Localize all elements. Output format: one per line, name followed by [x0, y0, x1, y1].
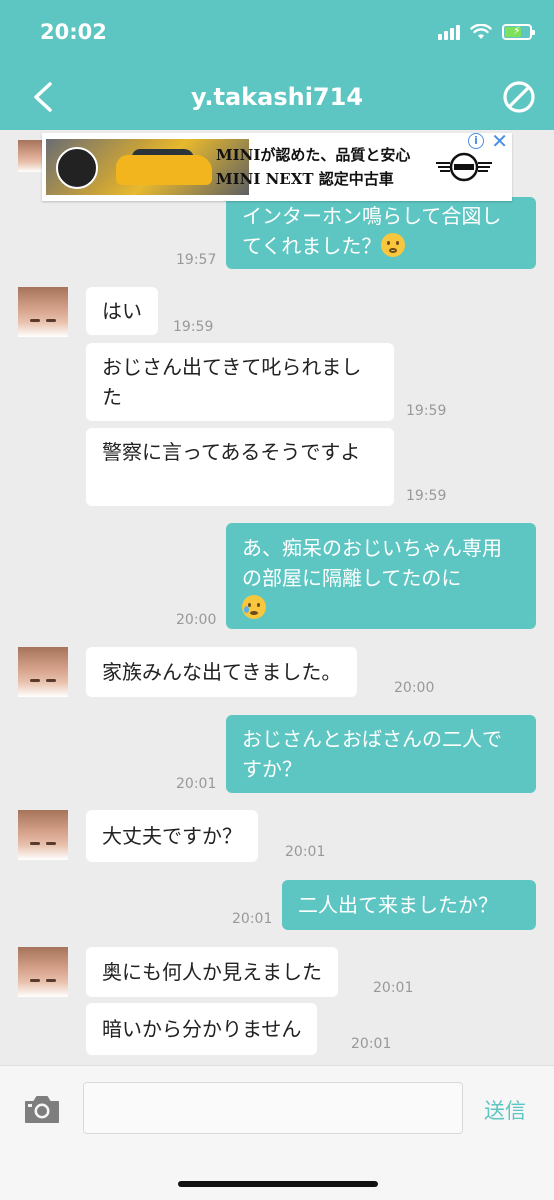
message-text: 二人出て来ましたか？: [298, 893, 498, 917]
ad-subline: MINI NEXT 認定中古車: [216, 170, 394, 188]
message-input-bar: 送信: [0, 1065, 554, 1200]
message-time: 20:01: [232, 911, 273, 927]
message-text: 家族みんな出てきました。: [102, 660, 342, 684]
message-text: 暗いから分かりません: [102, 1017, 302, 1041]
ad-banner[interactable]: MINIが認めた、品質と安心 MINI NEXT 認定中古車 i ✕: [42, 129, 512, 201]
avatar: [18, 647, 68, 697]
ad-close-icon[interactable]: ✕: [491, 129, 508, 153]
camera-icon[interactable]: [23, 1094, 61, 1124]
crying-face-emoji-icon: [242, 595, 266, 619]
ad-text: MINIが認めた、品質と安心 MINI NEXT 認定中古車: [216, 143, 410, 191]
message-text: 奥にも何人か見えました: [102, 960, 322, 984]
worried-face-emoji-icon: [381, 233, 406, 257]
message-bubble-outgoing: 二人出て来ましたか？: [282, 880, 536, 930]
message-text: あ、痴呆のおじいちゃん専用の部屋に隔離してたのに: [242, 536, 502, 590]
message-text: 大丈夫ですか？: [102, 824, 242, 848]
message-time: 20:01: [285, 844, 326, 860]
home-indicator[interactable]: [178, 1181, 378, 1187]
message-text: 警察に言ってあるそうですよ: [102, 440, 361, 464]
message-bubble-incoming: 家族みんな出てきました。: [86, 647, 358, 697]
message-text: おじさん出てきて叱られました: [102, 355, 362, 409]
status-time: 20:02: [40, 20, 107, 44]
message-time: 20:01: [373, 980, 414, 996]
message-text: おじさんとおばさんの二人ですか？: [242, 727, 502, 781]
message-time: 20:00: [394, 680, 435, 696]
message-bubble-incoming: 警察に言ってあるそうですよ: [86, 428, 394, 506]
avatar: [18, 287, 68, 337]
message-input[interactable]: [83, 1082, 463, 1134]
status-icons: ⚡: [438, 24, 535, 40]
mini-logo-icon: [436, 152, 492, 182]
message-time: 19:59: [173, 319, 214, 335]
message-bubble-incoming: 大丈夫ですか？: [86, 810, 258, 862]
message-bubble-incoming: はい: [86, 287, 158, 335]
message-bubble-incoming: 奥にも何人か見えました: [86, 947, 338, 997]
ad-info-icon[interactable]: i: [468, 133, 484, 149]
avatar: [18, 810, 68, 860]
page-title: y.takashi714: [190, 83, 364, 111]
ad-headline: MINIが認めた、品質と安心: [216, 146, 411, 164]
signal-icon: [438, 24, 460, 40]
block-icon[interactable]: [502, 80, 536, 114]
send-button[interactable]: 送信: [484, 1095, 526, 1125]
header-bar: 20:02 ⚡ y.takashi714: [0, 0, 554, 130]
message-text: インターホン鳴らして合図してくれました？: [242, 204, 502, 258]
message-bubble-incoming: 暗いから分かりません: [86, 1003, 318, 1055]
message-bubble-incoming: おじさん出てきて叱られました: [86, 343, 394, 421]
battery-icon: ⚡: [502, 24, 535, 40]
wifi-icon: [470, 24, 492, 39]
message-time: 19:59: [406, 488, 447, 504]
message-time: 19:57: [176, 252, 217, 268]
message-time: 20:01: [176, 776, 217, 792]
message-bubble-outgoing: インターホン鳴らして合図してくれました？: [226, 197, 536, 269]
avatar: [18, 947, 68, 997]
message-time: 19:59: [406, 403, 447, 419]
message-bubble-outgoing: あ、痴呆のおじいちゃん専用の部屋に隔離してたのに: [226, 523, 536, 629]
dealer-badge-icon: [56, 147, 98, 189]
message-time: 20:00: [176, 612, 217, 628]
message-bubble-outgoing: おじさんとおばさんの二人ですか？: [226, 715, 536, 793]
message-time: 20:01: [351, 1036, 392, 1052]
message-text: はい: [102, 299, 142, 323]
